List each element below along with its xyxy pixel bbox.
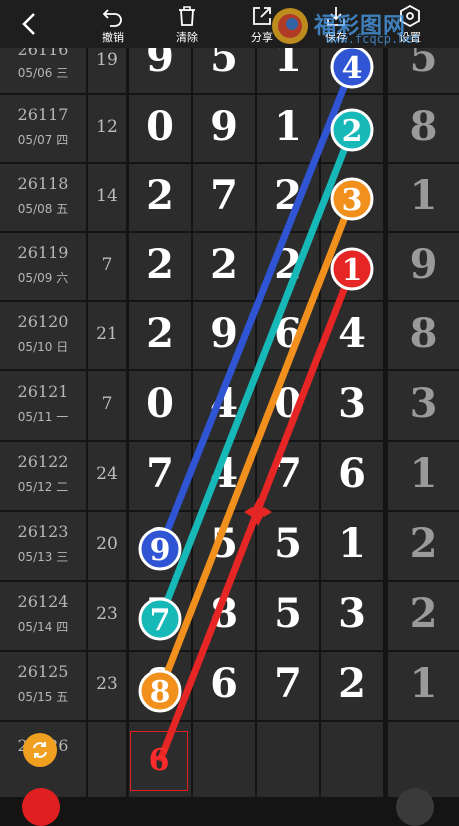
trend-line: [156, 197, 356, 693]
undo-label: 撤销: [102, 31, 124, 44]
ball-number: 7: [150, 603, 171, 638]
toolbar: 撤销 清除 分享 保存 设置 福彩图网 www.fcqcp.net: [0, 0, 459, 48]
swirl-logo-icon: [272, 8, 308, 44]
undo-button[interactable]: 撤销: [96, 0, 130, 48]
drag-handle-icon[interactable]: [244, 498, 272, 526]
trend-line: [156, 65, 356, 551]
trend-line: [156, 128, 356, 621]
refresh-icon: [33, 742, 47, 758]
undo-icon: [102, 9, 122, 27]
clear-label: 清除: [176, 31, 198, 44]
bottom-left-button[interactable]: [22, 788, 60, 826]
ball-number: 3: [342, 183, 363, 218]
chevron-left-icon: [22, 13, 35, 35]
prediction-cell[interactable]: 6: [130, 731, 188, 791]
bottom-right-button[interactable]: [396, 788, 434, 826]
ball-number: 8: [150, 675, 171, 710]
ball-number: 9: [150, 533, 171, 568]
back-button[interactable]: [14, 10, 44, 38]
refresh-button[interactable]: [23, 733, 57, 767]
clear-button[interactable]: 清除: [170, 0, 204, 48]
trash-icon: [179, 6, 195, 26]
watermark-url: www.fcqcp.net: [326, 32, 420, 46]
ball-number: 4: [342, 51, 363, 86]
trend-lines-overlay: 9 4 7 2 8 3 1: [138, 45, 374, 763]
ball-number: 1: [342, 253, 363, 288]
watermark-logo: 福彩图网 www.fcqcp.net: [270, 6, 459, 48]
ball-number: 2: [342, 114, 363, 149]
